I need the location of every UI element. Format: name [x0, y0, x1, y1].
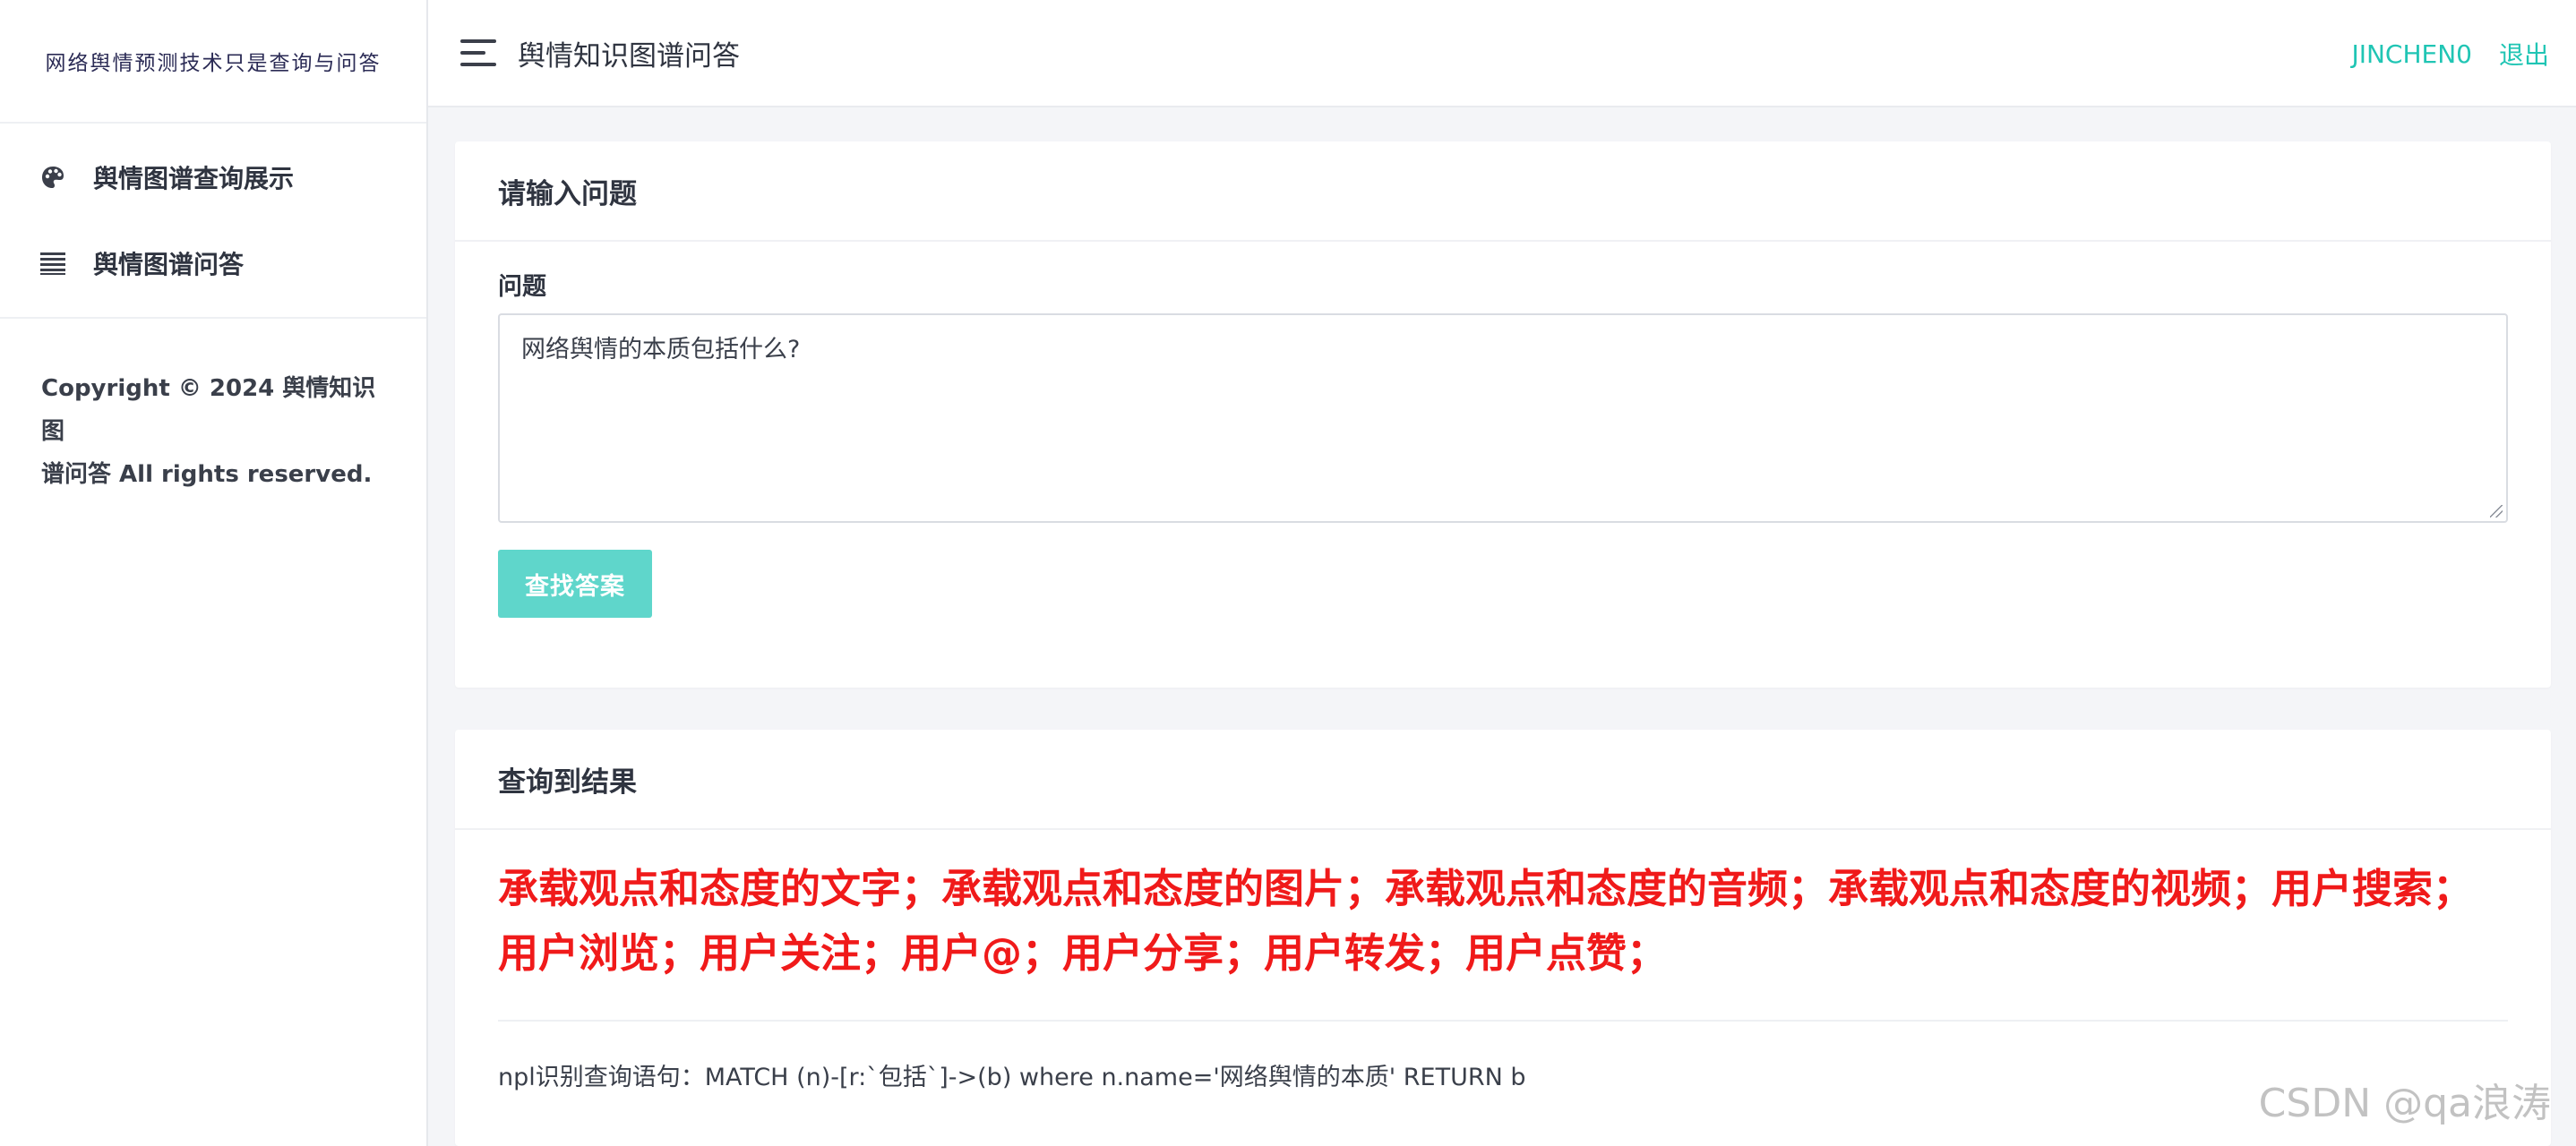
header-actions: JINCHEN0 退出 — [2324, 0, 2549, 107]
menu-toggle-icon[interactable] — [460, 39, 496, 66]
question-input[interactable]: 网络舆情的本质包括什么? — [498, 313, 2508, 523]
npl-query-text: npl识别查询语句：MATCH (n)-[r:`包括`]->(b) where … — [498, 1064, 1526, 1091]
sidebar-item-graph-qa[interactable]: 舆情图谱问答 — [0, 220, 426, 306]
app-root: 网络舆情预测技术只是查询与问答 舆情图谱查询展示 舆情图谱问答 Copyrigh… — [0, 0, 2576, 1146]
list-icon — [39, 250, 66, 277]
top-header: 舆情知识图谱问答 JINCHEN0 退出 — [428, 0, 2576, 107]
palette-icon — [39, 164, 66, 191]
sidebar: 网络舆情预测技术只是查询与问答 舆情图谱查询展示 舆情图谱问答 Copyrigh… — [0, 0, 428, 1146]
find-answer-button[interactable]: 查找答案 — [498, 550, 652, 618]
watermark: CSDN @qa浪涛 — [2258, 1081, 2551, 1126]
question-input-value: 网络舆情的本质包括什么? — [521, 336, 801, 363]
question-card: 请输入问题 问题 网络舆情的本质包括什么? 查找答案 — [455, 141, 2551, 688]
question-field-label: 问题 — [498, 273, 546, 301]
brand: 网络舆情预测技术只是查询与问答 — [0, 0, 426, 124]
copyright-line: 谱问答 All rights reserved. — [41, 461, 373, 488]
sidebar-item-label: 舆情图谱问答 — [93, 250, 245, 279]
sidebar-item-graph-query[interactable]: 舆情图谱查询展示 — [0, 134, 426, 220]
copyright: Copyright © 2024 舆情知识图 谱问答 All rights re… — [0, 319, 426, 496]
copyright-line: Copyright © 2024 舆情知识图 — [41, 375, 376, 445]
brand-text: 网络舆情预测技术只是查询与问答 — [45, 52, 382, 75]
logout-link[interactable]: 退出 — [2499, 36, 2549, 72]
sidebar-item-label: 舆情图谱查询展示 — [93, 164, 295, 193]
resize-grip-icon[interactable] — [2490, 505, 2503, 517]
divider — [498, 1020, 2508, 1022]
question-card-title: 请输入问题 — [455, 141, 2551, 242]
sidebar-menu: 舆情图谱查询展示 舆情图谱问答 — [0, 124, 426, 319]
answer-text: 承载观点和态度的文字；承载观点和态度的图片；承载观点和态度的音频；承载观点和态度… — [498, 865, 2474, 977]
user-link[interactable]: JINCHEN0 — [2351, 39, 2472, 69]
result-card-title: 查询到结果 — [455, 730, 2551, 830]
result-card: 查询到结果 承载观点和态度的文字；承载观点和态度的图片；承载观点和态度的音频；承… — [455, 730, 2551, 1146]
page-title: 舆情知识图谱问答 — [518, 39, 740, 73]
